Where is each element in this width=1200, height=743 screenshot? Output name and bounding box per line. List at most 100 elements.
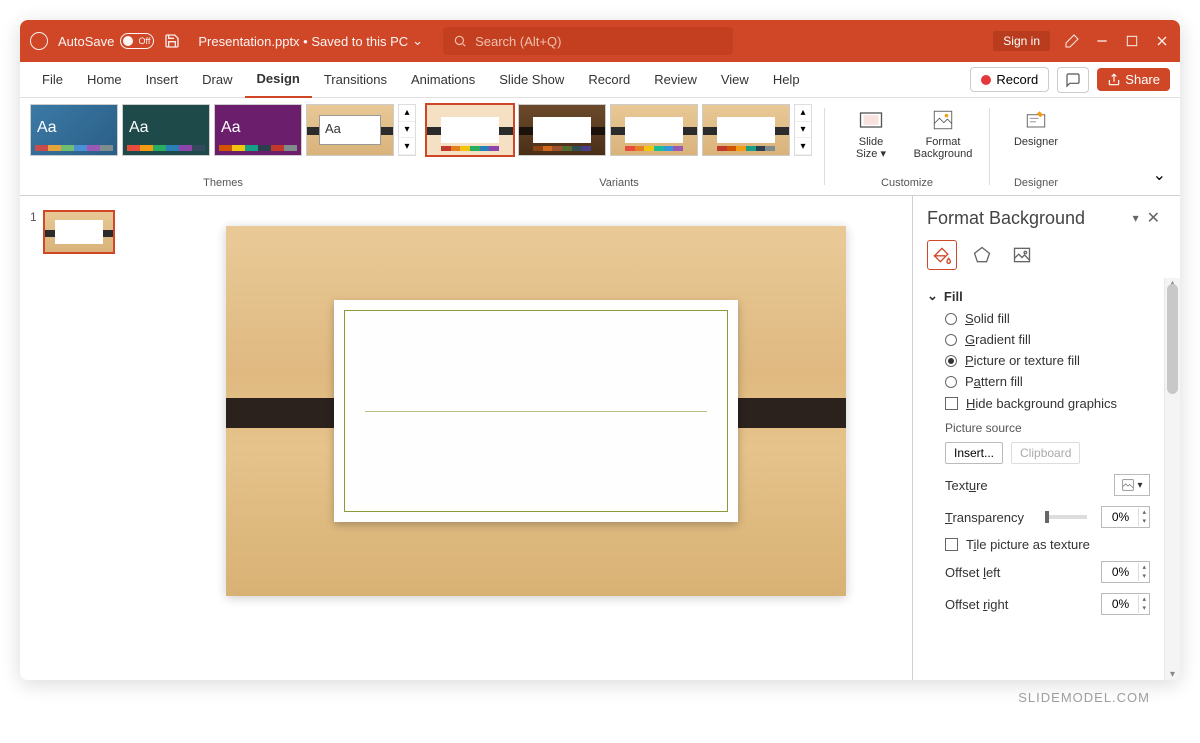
spin-down-icon[interactable]: ▾ xyxy=(1139,517,1149,526)
slide-number: 1 xyxy=(30,210,37,254)
format-background-label: FormatBackground xyxy=(914,136,973,160)
transparency-slider[interactable] xyxy=(1047,515,1087,519)
tab-draw[interactable]: Draw xyxy=(190,62,244,98)
variant-thumb-3[interactable] xyxy=(610,104,698,156)
tab-design[interactable]: Design xyxy=(245,62,312,98)
expand-icon[interactable]: ▾ xyxy=(795,138,811,155)
scroll-down-icon[interactable]: ▾ xyxy=(399,122,415,139)
autosave-state: Off xyxy=(139,36,151,46)
texture-swatch-icon xyxy=(1121,478,1135,492)
transparency-value[interactable] xyxy=(1102,510,1138,524)
signin-button[interactable]: Sign in xyxy=(993,31,1050,51)
format-background-button[interactable]: FormatBackground xyxy=(909,104,977,162)
slide-canvas[interactable] xyxy=(160,196,912,680)
variant-thumb-4[interactable] xyxy=(702,104,790,156)
transparency-spinner[interactable]: ▴▾ xyxy=(1101,506,1150,528)
scroll-down-icon[interactable]: ▾ xyxy=(795,122,811,139)
fill-tab[interactable] xyxy=(927,240,957,270)
toggle-switch[interactable]: Off xyxy=(120,33,154,49)
tab-file[interactable]: File xyxy=(30,62,75,98)
scroll-down-icon[interactable]: ▾ xyxy=(1165,669,1180,680)
effects-tab[interactable] xyxy=(967,240,997,270)
offset-right-value[interactable] xyxy=(1102,597,1138,611)
minimize-icon[interactable] xyxy=(1094,33,1110,49)
spin-up-icon[interactable]: ▴ xyxy=(1139,595,1149,604)
gradient-fill-radio[interactable]: Gradient fill xyxy=(927,329,1150,350)
record-label: Record xyxy=(996,72,1038,87)
hide-background-checkbox[interactable]: Hide background graphics xyxy=(927,392,1150,415)
spin-up-icon[interactable]: ▴ xyxy=(1139,563,1149,572)
expand-icon[interactable]: ▾ xyxy=(399,138,415,155)
picture-tab[interactable] xyxy=(1007,240,1037,270)
tab-review[interactable]: Review xyxy=(642,62,709,98)
scroll-up-icon[interactable]: ▴ xyxy=(399,105,415,122)
save-icon[interactable] xyxy=(164,33,180,49)
record-button[interactable]: Record xyxy=(970,67,1049,92)
pane-menu-icon[interactable]: ▾ xyxy=(1131,209,1141,227)
radio-label: Picture or texture fill xyxy=(965,353,1080,368)
autosave-toggle[interactable]: AutoSave Off xyxy=(58,33,154,49)
theme-thumb-3[interactable]: Aa xyxy=(214,104,302,156)
picture-fill-radio[interactable]: Picture or texture fill xyxy=(927,350,1150,371)
themes-more[interactable]: ▴▾▾ xyxy=(398,104,416,156)
tab-record[interactable]: Record xyxy=(576,62,642,98)
solid-fill-radio[interactable]: Solid fill xyxy=(927,308,1150,329)
pane-close-button[interactable]: ✕ xyxy=(1141,206,1166,230)
spin-down-icon[interactable]: ▾ xyxy=(1139,572,1149,581)
scroll-up-icon[interactable]: ▴ xyxy=(795,105,811,122)
search-icon xyxy=(453,34,467,48)
slide-size-button[interactable]: SlideSize ▾ xyxy=(837,104,905,162)
designer-group: Designer Designer xyxy=(1002,104,1070,189)
slide-card[interactable] xyxy=(334,300,738,522)
tab-transitions[interactable]: Transitions xyxy=(312,62,399,98)
offset-right-spinner[interactable]: ▴▾ xyxy=(1101,593,1150,615)
tab-view[interactable]: View xyxy=(709,62,761,98)
tab-insert[interactable]: Insert xyxy=(134,62,191,98)
slide-thumbnails-panel[interactable]: 1 xyxy=(20,196,160,680)
tab-home[interactable]: Home xyxy=(75,62,134,98)
slide-size-icon xyxy=(857,106,885,134)
theme-thumb-2[interactable]: Aa xyxy=(122,104,210,156)
tab-help[interactable]: Help xyxy=(761,62,812,98)
offset-left-spinner[interactable]: ▴▾ xyxy=(1101,561,1150,583)
variants-more[interactable]: ▴▾▾ xyxy=(794,104,812,156)
pen-icon[interactable] xyxy=(1064,33,1080,49)
search-input[interactable]: Search (Alt+Q) xyxy=(443,27,733,55)
texture-dropdown[interactable]: ▾ xyxy=(1114,474,1150,496)
titlebar-right: Sign in xyxy=(993,31,1170,51)
fill-section-header[interactable]: ⌄Fill xyxy=(927,284,1150,308)
pattern-fill-radio[interactable]: Pattern fill xyxy=(927,371,1150,392)
theme-thumb-1[interactable]: Aa xyxy=(30,104,118,156)
slide-thumb-1[interactable]: 1 xyxy=(20,206,160,258)
app-window: AutoSave Off Presentation.pptx • Saved t… xyxy=(20,20,1180,680)
slide-text-placeholder[interactable] xyxy=(344,310,728,512)
chevron-down-icon: ⌄ xyxy=(927,288,938,304)
theme-thumb-4[interactable]: Aa xyxy=(306,104,394,156)
tab-animations[interactable]: Animations xyxy=(399,62,487,98)
maximize-icon[interactable] xyxy=(1124,33,1140,49)
close-icon[interactable] xyxy=(1154,33,1170,49)
insert-button[interactable]: Insert... xyxy=(945,442,1003,464)
designer-button[interactable]: Designer xyxy=(1002,104,1070,150)
variants-gallery: ▴▾▾ xyxy=(426,104,812,156)
slide[interactable] xyxy=(226,226,846,596)
variant-thumb-2[interactable] xyxy=(518,104,606,156)
spin-down-icon[interactable]: ▾ xyxy=(1139,604,1149,613)
spin-up-icon[interactable]: ▴ xyxy=(1139,508,1149,517)
tile-checkbox[interactable]: Tile picture as texture xyxy=(927,533,1150,556)
variant-thumb-1[interactable] xyxy=(426,104,514,156)
pane-scrollbar[interactable]: ▴ ▾ xyxy=(1164,278,1180,680)
slide-thumb-preview[interactable] xyxy=(43,210,115,254)
offset-left-value[interactable] xyxy=(1102,565,1138,579)
ribbon-separator xyxy=(989,108,990,185)
tab-slideshow[interactable]: Slide Show xyxy=(487,62,576,98)
share-button[interactable]: Share xyxy=(1097,68,1170,91)
scrollbar-thumb[interactable] xyxy=(1167,284,1178,394)
watermark: SLIDEMODEL.COM xyxy=(20,680,1180,715)
comments-button[interactable] xyxy=(1057,67,1089,93)
collapse-ribbon-icon[interactable]: ⌄ xyxy=(1149,161,1170,189)
pane-header: Format Background ▾ ✕ xyxy=(913,196,1180,236)
titlebar-left: AutoSave Off Presentation.pptx • Saved t… xyxy=(30,32,423,50)
document-title[interactable]: Presentation.pptx • Saved to this PC ⌄ xyxy=(198,33,423,49)
share-label: Share xyxy=(1125,72,1160,87)
